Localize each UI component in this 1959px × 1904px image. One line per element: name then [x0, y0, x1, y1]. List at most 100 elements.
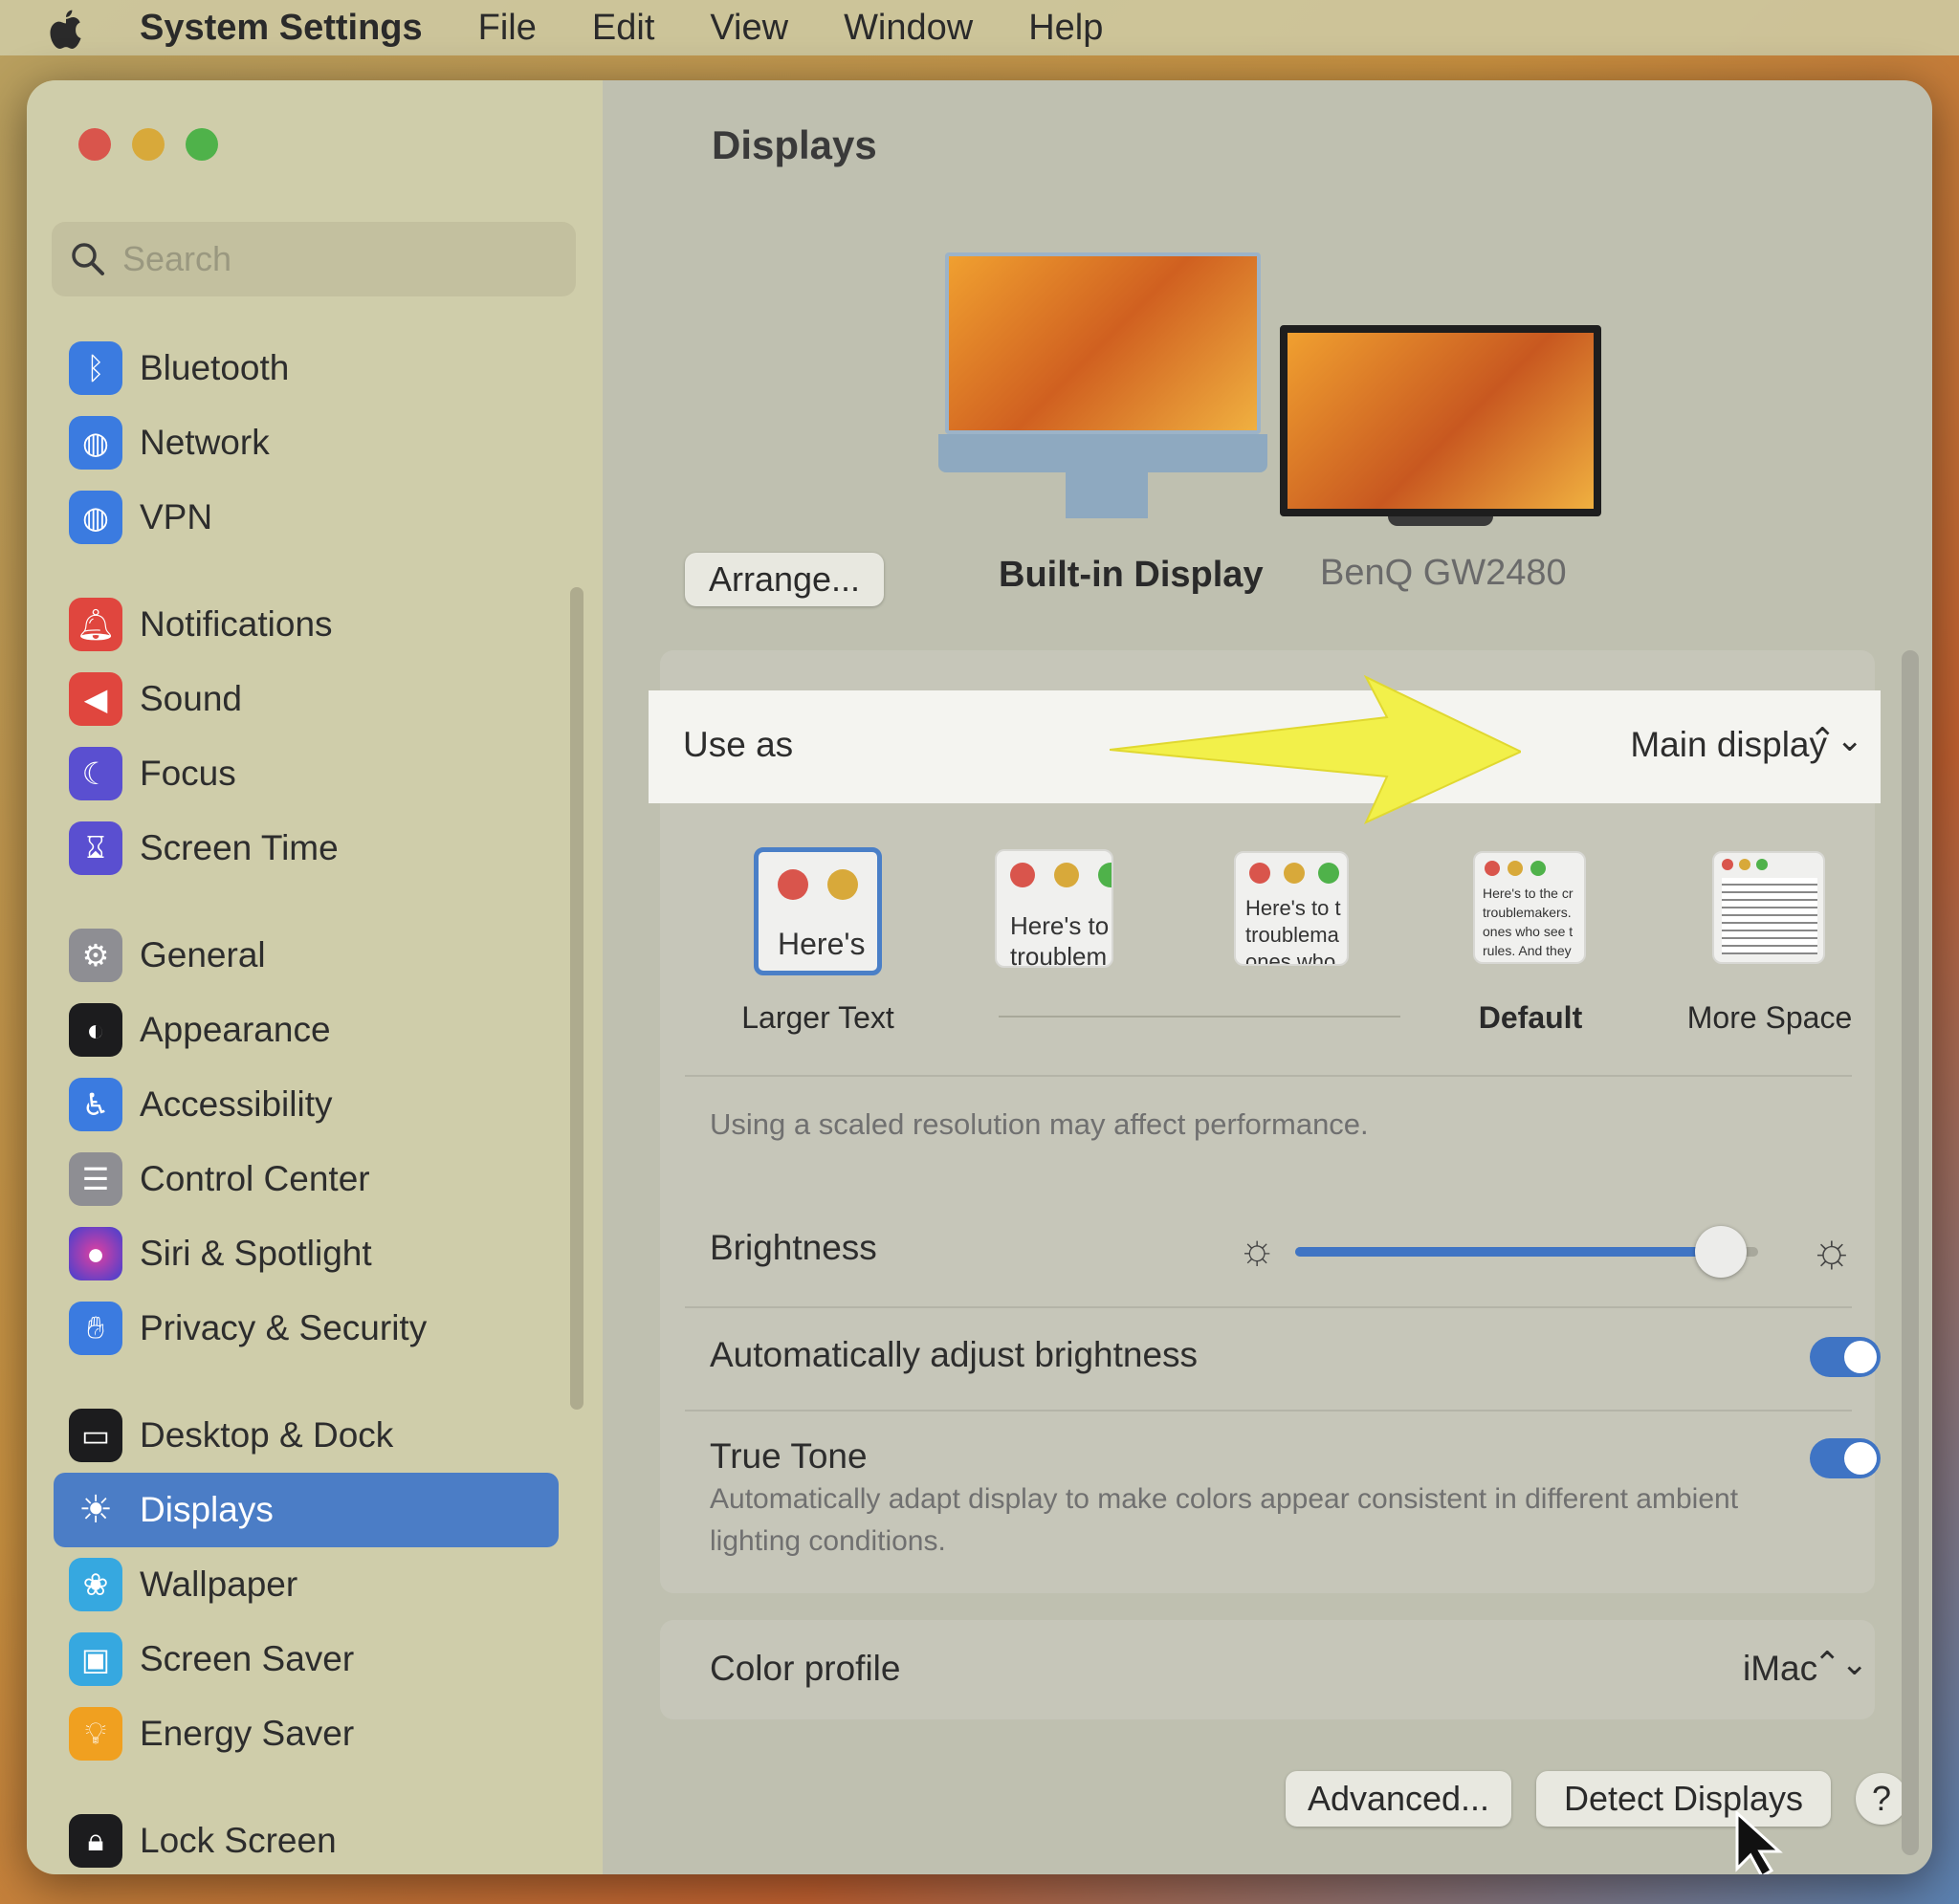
- use-as-label: Use as: [683, 725, 794, 764]
- menu-app-name[interactable]: System Settings: [140, 8, 423, 49]
- sidebar-item-displays[interactable]: ☀︎ Displays: [54, 1473, 559, 1547]
- resolution-more-space[interactable]: [1712, 851, 1825, 964]
- help-button[interactable]: ?: [1856, 1773, 1907, 1825]
- close-button[interactable]: [78, 128, 111, 161]
- sidebar-item-focus[interactable]: ☾ Focus: [54, 736, 559, 811]
- use-as-select[interactable]: Main display: [1630, 725, 1827, 765]
- arrange-button[interactable]: Arrange...: [685, 553, 884, 606]
- sidebar-item-label: General: [140, 935, 266, 974]
- green-dot: [1756, 859, 1768, 870]
- moon-icon: ☾: [69, 747, 122, 800]
- screensaver-icon: ▣: [69, 1632, 122, 1686]
- sidebar-item-label: Screen Saver: [140, 1639, 355, 1678]
- sidebar-item-label: Wallpaper: [140, 1565, 298, 1604]
- benq-stand: [1388, 516, 1493, 526]
- red-dot: [1249, 863, 1270, 884]
- globe-icon: ◍: [69, 416, 122, 470]
- menu-help[interactable]: Help: [1028, 8, 1103, 49]
- updown-chevron-icon[interactable]: ⌃⌄: [1814, 1645, 1868, 1683]
- search-input[interactable]: [122, 239, 543, 279]
- settings-window: ᛒ Bluetooth ◍ Network ◍ VPN 🔔︎ Notificat…: [27, 80, 1932, 1874]
- resolution-default[interactable]: Here's to the cr troublemakers. ones who…: [1473, 851, 1586, 964]
- search-field[interactable]: [52, 222, 576, 296]
- resolution-separator: [999, 1016, 1400, 1018]
- green-dot: [1098, 863, 1112, 887]
- flower-icon: ❀: [69, 1558, 122, 1611]
- resolution-option-2[interactable]: Here's to troublem: [995, 849, 1113, 968]
- color-profile-label: Color profile: [710, 1649, 901, 1688]
- benq-screen: [1280, 325, 1601, 516]
- sidebar-item-notifications[interactable]: 🔔︎ Notifications: [54, 587, 559, 662]
- updown-chevron-icon[interactable]: ⌃⌄: [1809, 721, 1863, 759]
- red-dot: [1485, 861, 1500, 876]
- bell-icon: 🔔︎: [69, 598, 122, 651]
- sidebar-item-bluetooth[interactable]: ᛒ Bluetooth: [54, 331, 559, 405]
- sidebar: ᛒ Bluetooth ◍ Network ◍ VPN 🔔︎ Notificat…: [27, 80, 603, 1874]
- minimize-button[interactable]: [132, 128, 165, 161]
- menu-edit[interactable]: Edit: [592, 8, 654, 49]
- sidebar-item-energy-saver[interactable]: 💡︎ Energy Saver: [54, 1696, 559, 1771]
- green-dot: [1318, 863, 1339, 884]
- built-in-display-thumbnail[interactable]: [938, 252, 1267, 518]
- thumb-text-lines: [1722, 878, 1817, 954]
- benq-display-thumbnail[interactable]: [1280, 325, 1601, 526]
- color-profile-select[interactable]: iMac: [1743, 1649, 1817, 1689]
- sidebar-item-label: Control Center: [140, 1159, 370, 1198]
- sidebar-item-label: Accessibility: [140, 1084, 333, 1124]
- displays-pane: Displays Arrange... Built-in Display Ben…: [603, 80, 1932, 1874]
- true-tone-toggle[interactable]: [1810, 1438, 1881, 1478]
- sidebar-item-screen-time[interactable]: ⌛︎ Screen Time: [54, 811, 559, 886]
- divider: [685, 1410, 1852, 1412]
- sidebar-item-vpn[interactable]: ◍ VPN: [54, 480, 559, 555]
- sidebar-item-lock-screen[interactable]: 🔒︎ Lock Screen: [54, 1804, 559, 1874]
- sidebar-item-general[interactable]: ⚙︎ General: [54, 918, 559, 993]
- sidebar-item-siri-spotlight[interactable]: ● Siri & Spotlight: [54, 1216, 559, 1291]
- red-dot: [1722, 859, 1733, 870]
- thumb-text: Here's to t troublema ones who: [1245, 896, 1341, 966]
- sidebar-item-desktop-dock[interactable]: ▭ Desktop & Dock: [54, 1398, 559, 1473]
- thumb-text: Here's to troublem: [1010, 911, 1110, 968]
- sidebar-item-label: Network: [140, 423, 270, 462]
- brightness-slider[interactable]: [1295, 1226, 1758, 1278]
- dock-icon: ▭: [69, 1409, 122, 1462]
- auto-brightness-toggle[interactable]: [1810, 1337, 1881, 1377]
- hourglass-icon: ⌛︎: [69, 821, 122, 875]
- benq-display-label[interactable]: BenQ GW2480: [1320, 553, 1567, 594]
- sidebar-item-label: Desktop & Dock: [140, 1415, 394, 1455]
- apple-menu-icon[interactable]: [46, 7, 86, 49]
- sidebar-item-sound[interactable]: ◀︎ Sound: [54, 662, 559, 736]
- sidebar-item-label: Displays: [140, 1490, 274, 1529]
- sidebar-scrollbar[interactable]: [570, 587, 583, 1410]
- content-scrollbar[interactable]: [1902, 650, 1919, 1855]
- menu-window[interactable]: Window: [844, 8, 973, 49]
- vpn-globe-icon: ◍: [69, 491, 122, 544]
- sidebar-item-label: Energy Saver: [140, 1714, 355, 1753]
- siri-icon: ●: [69, 1227, 122, 1280]
- window-controls: [78, 128, 218, 161]
- menu-view[interactable]: View: [710, 8, 788, 49]
- sidebar-item-control-center[interactable]: ☰ Control Center: [54, 1142, 559, 1216]
- red-dot: [1010, 863, 1035, 887]
- built-in-display-label[interactable]: Built-in Display: [999, 555, 1264, 596]
- brightness-fill: [1295, 1247, 1722, 1257]
- sidebar-item-label: Privacy & Security: [140, 1308, 428, 1347]
- sidebar-item-screen-saver[interactable]: ▣ Screen Saver: [54, 1622, 559, 1696]
- sidebar-item-wallpaper[interactable]: ❀ Wallpaper: [54, 1547, 559, 1622]
- zoom-button[interactable]: [186, 128, 218, 161]
- sidebar-item-privacy-security[interactable]: ✋︎ Privacy & Security: [54, 1291, 559, 1366]
- menu-file[interactable]: File: [478, 8, 537, 49]
- bluetooth-icon: ᛒ: [69, 341, 122, 395]
- control-center-icon: ☰: [69, 1152, 122, 1206]
- default-label: Default: [1478, 1000, 1583, 1035]
- thumb-text: Here's to the cr troublemakers. ones who…: [1483, 886, 1574, 958]
- resolution-larger-text[interactable]: Here's: [754, 847, 882, 975]
- sidebar-item-label: VPN: [140, 497, 213, 536]
- brightness-knob[interactable]: [1695, 1226, 1748, 1278]
- sidebar-item-accessibility[interactable]: ♿︎ Accessibility: [54, 1067, 559, 1142]
- advanced-button[interactable]: Advanced...: [1286, 1771, 1511, 1827]
- red-dot: [778, 869, 808, 900]
- sidebar-item-appearance[interactable]: ◐ Appearance: [54, 993, 559, 1067]
- divider: [685, 1075, 1852, 1077]
- sidebar-item-network[interactable]: ◍ Network: [54, 405, 559, 480]
- resolution-option-3[interactable]: Here's to t troublema ones who: [1234, 851, 1349, 966]
